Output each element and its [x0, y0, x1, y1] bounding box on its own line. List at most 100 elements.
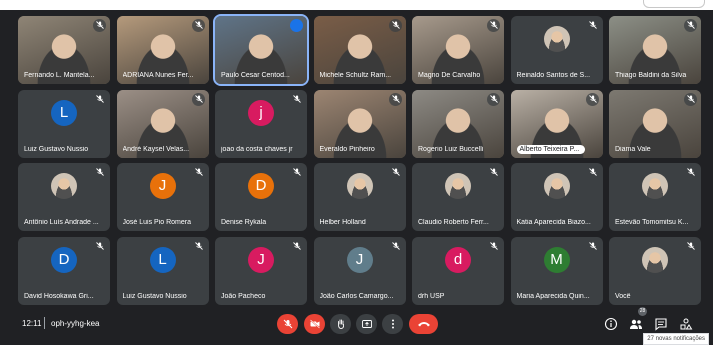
notification-toast[interactable]: 27 novas notificações: [643, 333, 709, 345]
raise-hand-button[interactable]: [330, 314, 351, 334]
mic-off-icon: [96, 168, 104, 176]
camera-off-button[interactable]: [304, 314, 325, 334]
mic-off-icon: [490, 168, 498, 176]
mic-off-icon: [194, 94, 203, 103]
participant-tile[interactable]: Rogerio Luiz Buccelli: [412, 89, 504, 158]
mic-off-icon: [391, 21, 400, 29]
mic-off-icon: [96, 21, 104, 29]
participant-grid: Fernando L. Mantela... ADRIANA Nunes Fer.…: [18, 14, 704, 305]
participant-tile[interactable]: L Luiz Gustavo Nussio: [18, 89, 110, 158]
participant-name: Maria Aparecida Quin...: [516, 292, 590, 300]
participant-photo-avatar: [543, 173, 570, 200]
participant-name: joao da costa chaves jr: [221, 145, 293, 153]
participant-tile[interactable]: d drh USP: [412, 236, 504, 305]
participant-tile[interactable]: Fernando L. Mantela...: [18, 16, 110, 84]
mic-off-icon: [96, 241, 104, 250]
participant-name: José Luis Pio Romera: [122, 219, 191, 226]
participant-tile[interactable]: Everaldo Pinheiro: [313, 89, 406, 158]
participant-tile[interactable]: Thiago Baldini da Silva: [609, 16, 701, 84]
mic-off-icon: [194, 241, 203, 250]
participant-tile[interactable]: André Kaysel Velas...: [116, 89, 209, 158]
participant-avatar: L: [51, 99, 77, 126]
participant-tile[interactable]: D David Hosokawa Gri...: [18, 236, 110, 305]
participant-tile[interactable]: Magno De Carvalho: [412, 16, 504, 84]
participant-tile[interactable]: Helber Holland: [313, 163, 406, 231]
participant-name: Diama Vale: [615, 145, 651, 153]
participant-name: Reinaldo Santos de S...: [516, 72, 591, 79]
participant-tile[interactable]: J José Luis Pio Romera: [116, 163, 209, 231]
participant-tile[interactable]: Reinaldo Santos de S...: [510, 16, 603, 84]
participant-avatar: D: [51, 246, 77, 273]
participant-tile[interactable]: Diama Vale: [609, 89, 701, 158]
mic-off-icon: [687, 21, 695, 29]
participant-tile[interactable]: Você: [609, 236, 701, 305]
present-icon: [361, 320, 372, 328]
participant-tile[interactable]: Antônio Luís Andrade ...: [18, 163, 110, 231]
mic-off-icon: [490, 94, 498, 103]
mic-off-icon: [490, 21, 498, 29]
participant-name: João Pacheco: [221, 292, 266, 300]
participant-name: Magno De Carvalho: [418, 72, 481, 79]
people-icon[interactable]: [629, 317, 643, 331]
camera-off-icon: [309, 319, 320, 329]
participant-photo-avatar: [346, 173, 373, 200]
mic-off-icon: [588, 21, 597, 29]
participant-tile[interactable]: L Luiz Gustavo Nussio: [116, 236, 209, 305]
leave-call-button[interactable]: [409, 314, 438, 334]
participant-name: Paulo Cesar Centod...: [221, 72, 290, 79]
participant-name: Luiz Gustavo Nussio: [24, 145, 89, 153]
participant-photo-avatar: [445, 173, 471, 200]
participant-name: Antônio Luís Andrade ...: [24, 219, 99, 226]
participant-name: drh USP: [418, 292, 445, 300]
participant-tile[interactable]: J João Pacheco: [215, 236, 307, 305]
hang-up-icon: [417, 322, 430, 327]
chat-icon[interactable]: [654, 317, 668, 331]
participant-name: Everaldo Pinheiro: [319, 145, 375, 153]
participant-tile[interactable]: Katia Aparecida Biazo...: [510, 163, 603, 231]
participant-avatar: D: [248, 173, 274, 200]
mic-off-icon: [96, 94, 104, 103]
participant-photo-avatar: [543, 26, 570, 53]
mic-off-icon: [391, 94, 400, 103]
participant-name: Luiz Gustavo Nussio: [122, 292, 187, 300]
participant-avatar: d: [445, 246, 471, 273]
participant-avatar: J: [149, 173, 176, 200]
hand-icon: [337, 319, 344, 329]
participant-avatar: J: [346, 246, 373, 273]
participant-name: João Carlos Camargo...: [319, 292, 394, 300]
people-count-badge: 28: [638, 307, 647, 316]
mic-off-icon: [283, 319, 292, 329]
mic-off-icon: [194, 168, 203, 176]
participant-avatar: L: [149, 246, 176, 273]
window-controls-outline: [643, 0, 705, 8]
divider: [44, 317, 45, 329]
participant-photo-avatar: [642, 173, 668, 200]
participant-name: Você: [615, 292, 631, 300]
mic-off-icon: [490, 241, 498, 250]
participant-tile[interactable]: J João Carlos Camargo...: [313, 236, 406, 305]
participant-tile[interactable]: Alberto Teixeira P...: [510, 89, 603, 158]
participant-tile[interactable]: D Denise Rykala: [215, 163, 307, 231]
participant-tile[interactable]: ADRIANA Nunes Fer...: [116, 16, 209, 84]
more-options-button[interactable]: [382, 314, 403, 334]
participant-tile[interactable]: Estevão Tomomitsu K...: [609, 163, 701, 231]
participant-tile[interactable]: j joao da costa chaves jr: [215, 89, 307, 158]
present-screen-button[interactable]: [356, 314, 377, 334]
meeting-controls-bar: 12:11 oph-yyhg-kea: [0, 305, 713, 343]
participant-tile[interactable]: M Maria Aparecida Quin...: [510, 236, 603, 305]
participant-tile[interactable]: Claudio Roberto Ferr...: [412, 163, 504, 231]
participant-name: ADRIANA Nunes Fer...: [122, 72, 194, 79]
mic-off-button[interactable]: [277, 314, 298, 334]
info-icon[interactable]: [604, 317, 618, 331]
participant-photo-avatar: [642, 246, 668, 273]
participant-tile[interactable]: Michele Schultz Ram...: [313, 16, 406, 84]
mic-off-icon: [391, 168, 400, 176]
participant-name: David Hosokawa Gri...: [24, 292, 94, 300]
participant-name: Alberto Teixeira P...: [516, 144, 586, 154]
participant-name: Michele Schultz Ram...: [319, 72, 392, 79]
participant-photo-avatar: [51, 173, 77, 200]
participant-name: Estevão Tomomitsu K...: [615, 219, 689, 226]
participant-tile[interactable]: Paulo Cesar Centod...: [213, 14, 309, 86]
mic-off-icon: [293, 241, 301, 250]
activities-icon[interactable]: [679, 317, 693, 331]
